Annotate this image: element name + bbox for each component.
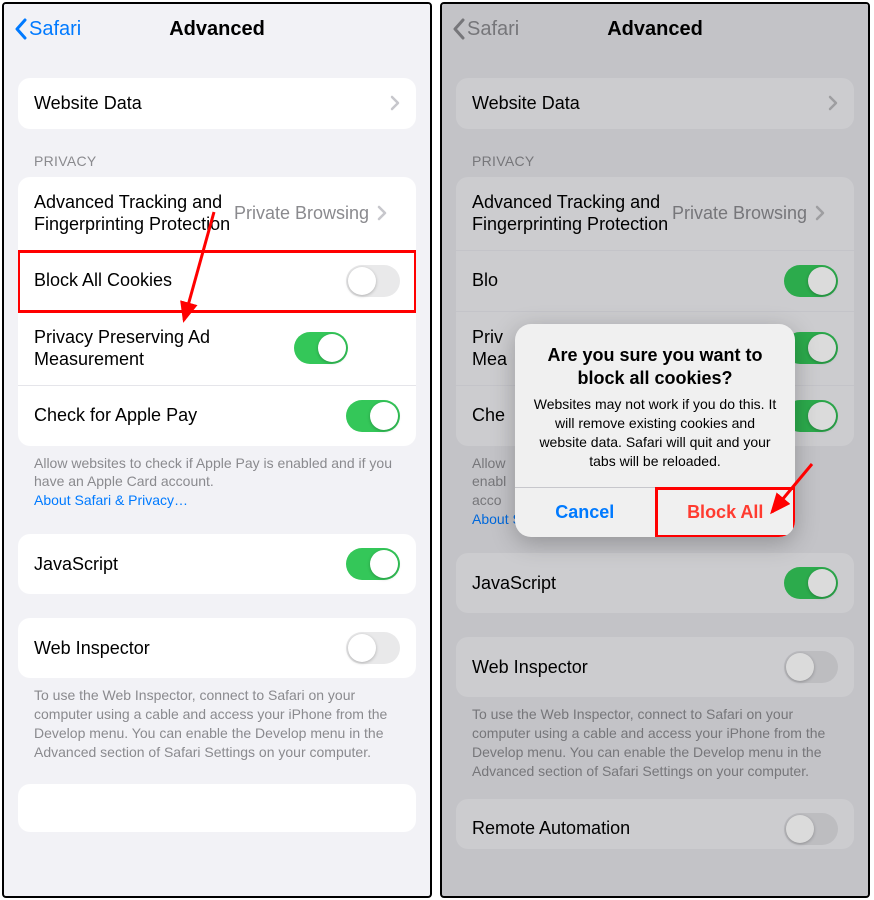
atfp-value: Private Browsing xyxy=(234,203,369,224)
ppam-row[interactable]: Privacy Preserving Ad Measurement xyxy=(18,312,416,386)
ppam-label: Privacy Preserving Ad Measurement xyxy=(34,326,294,371)
web-inspector-toggle[interactable] xyxy=(346,632,400,664)
settings-content: Website Data PRIVACY Advanced Tracking a… xyxy=(4,54,430,896)
chevron-right-icon xyxy=(377,205,387,221)
web-inspector-label: Web Inspector xyxy=(34,637,346,660)
dialog-title: Are you sure you want to block all cooki… xyxy=(531,344,779,389)
web-inspector-footer: To use the Web Inspector, connect to Saf… xyxy=(18,678,416,762)
javascript-toggle[interactable] xyxy=(346,548,400,580)
dialog-message: Websites may not work if you do this. It… xyxy=(531,395,779,471)
block-cookies-row[interactable]: Block All Cookies xyxy=(18,251,416,312)
javascript-row[interactable]: JavaScript xyxy=(18,534,416,594)
left-screenshot: Safari Advanced Website Data PRIVACY Adv… xyxy=(2,2,432,898)
block-cookies-label: Block All Cookies xyxy=(34,269,346,292)
chevron-left-icon xyxy=(14,18,27,40)
atfp-label: Advanced Tracking and Fingerprinting Pro… xyxy=(34,191,234,236)
javascript-label: JavaScript xyxy=(34,553,346,576)
privacy-link[interactable]: About Safari & Privacy… xyxy=(34,492,188,508)
apple-pay-row[interactable]: Check for Apple Pay xyxy=(18,386,416,446)
cancel-button[interactable]: Cancel xyxy=(515,488,656,537)
page-title: Advanced xyxy=(169,18,265,41)
website-data-row[interactable]: Website Data xyxy=(18,78,416,129)
web-inspector-row[interactable]: Web Inspector xyxy=(18,618,416,678)
apple-pay-footer: Allow websites to check if Apple Pay is … xyxy=(18,446,416,511)
block-cookies-toggle[interactable] xyxy=(346,265,400,297)
partial-row[interactable] xyxy=(18,784,416,832)
privacy-header: PRIVACY xyxy=(18,153,416,177)
block-all-button[interactable]: Block All xyxy=(656,488,796,537)
back-label: Safari xyxy=(29,18,81,41)
nav-bar: Safari Advanced xyxy=(4,4,430,54)
chevron-right-icon xyxy=(390,95,400,111)
ppam-toggle[interactable] xyxy=(294,332,348,364)
apple-pay-label: Check for Apple Pay xyxy=(34,404,346,427)
confirmation-dialog: Are you sure you want to block all cooki… xyxy=(515,324,795,537)
website-data-label: Website Data xyxy=(34,92,390,115)
atfp-row[interactable]: Advanced Tracking and Fingerprinting Pro… xyxy=(18,177,416,251)
apple-pay-toggle[interactable] xyxy=(346,400,400,432)
right-screenshot: Safari Advanced Website Data PRIVACY Adv… xyxy=(440,2,870,898)
back-button[interactable]: Safari xyxy=(14,18,81,41)
